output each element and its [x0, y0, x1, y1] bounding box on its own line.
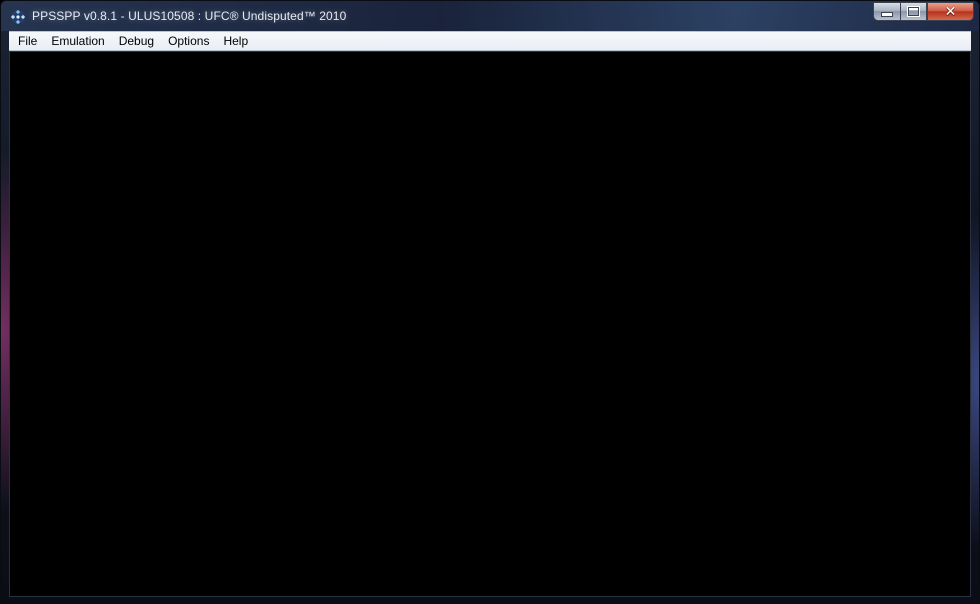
menu-help[interactable]: Help [216, 32, 255, 50]
close-icon: ✕ [944, 3, 957, 20]
minimize-button[interactable] [873, 2, 900, 21]
window-border-right[interactable] [971, 31, 979, 603]
ppsspp-app-icon[interactable] [10, 9, 26, 25]
maximize-button[interactable] [900, 2, 927, 21]
window-title: PPSSPP v0.8.1 - ULUS10508 : UFC® Undispu… [32, 9, 347, 23]
minimize-icon [881, 12, 893, 17]
caption-buttons: ✕ [873, 2, 974, 22]
menu-options[interactable]: Options [161, 32, 216, 50]
menu-file[interactable]: File [9, 32, 44, 50]
close-button[interactable]: ✕ [927, 2, 974, 21]
menu-bar: File Emulation Debug Options Help [9, 31, 971, 51]
menu-emulation[interactable]: Emulation [44, 32, 111, 50]
menu-debug[interactable]: Debug [112, 32, 161, 50]
maximize-icon [907, 6, 920, 17]
emulator-display[interactable] [9, 51, 971, 597]
application-window: PPSSPP v0.8.1 - ULUS10508 : UFC® Undispu… [0, 0, 980, 604]
window-border-left[interactable] [1, 31, 9, 603]
title-bar[interactable]: PPSSPP v0.8.1 - ULUS10508 : UFC® Undispu… [1, 1, 979, 31]
